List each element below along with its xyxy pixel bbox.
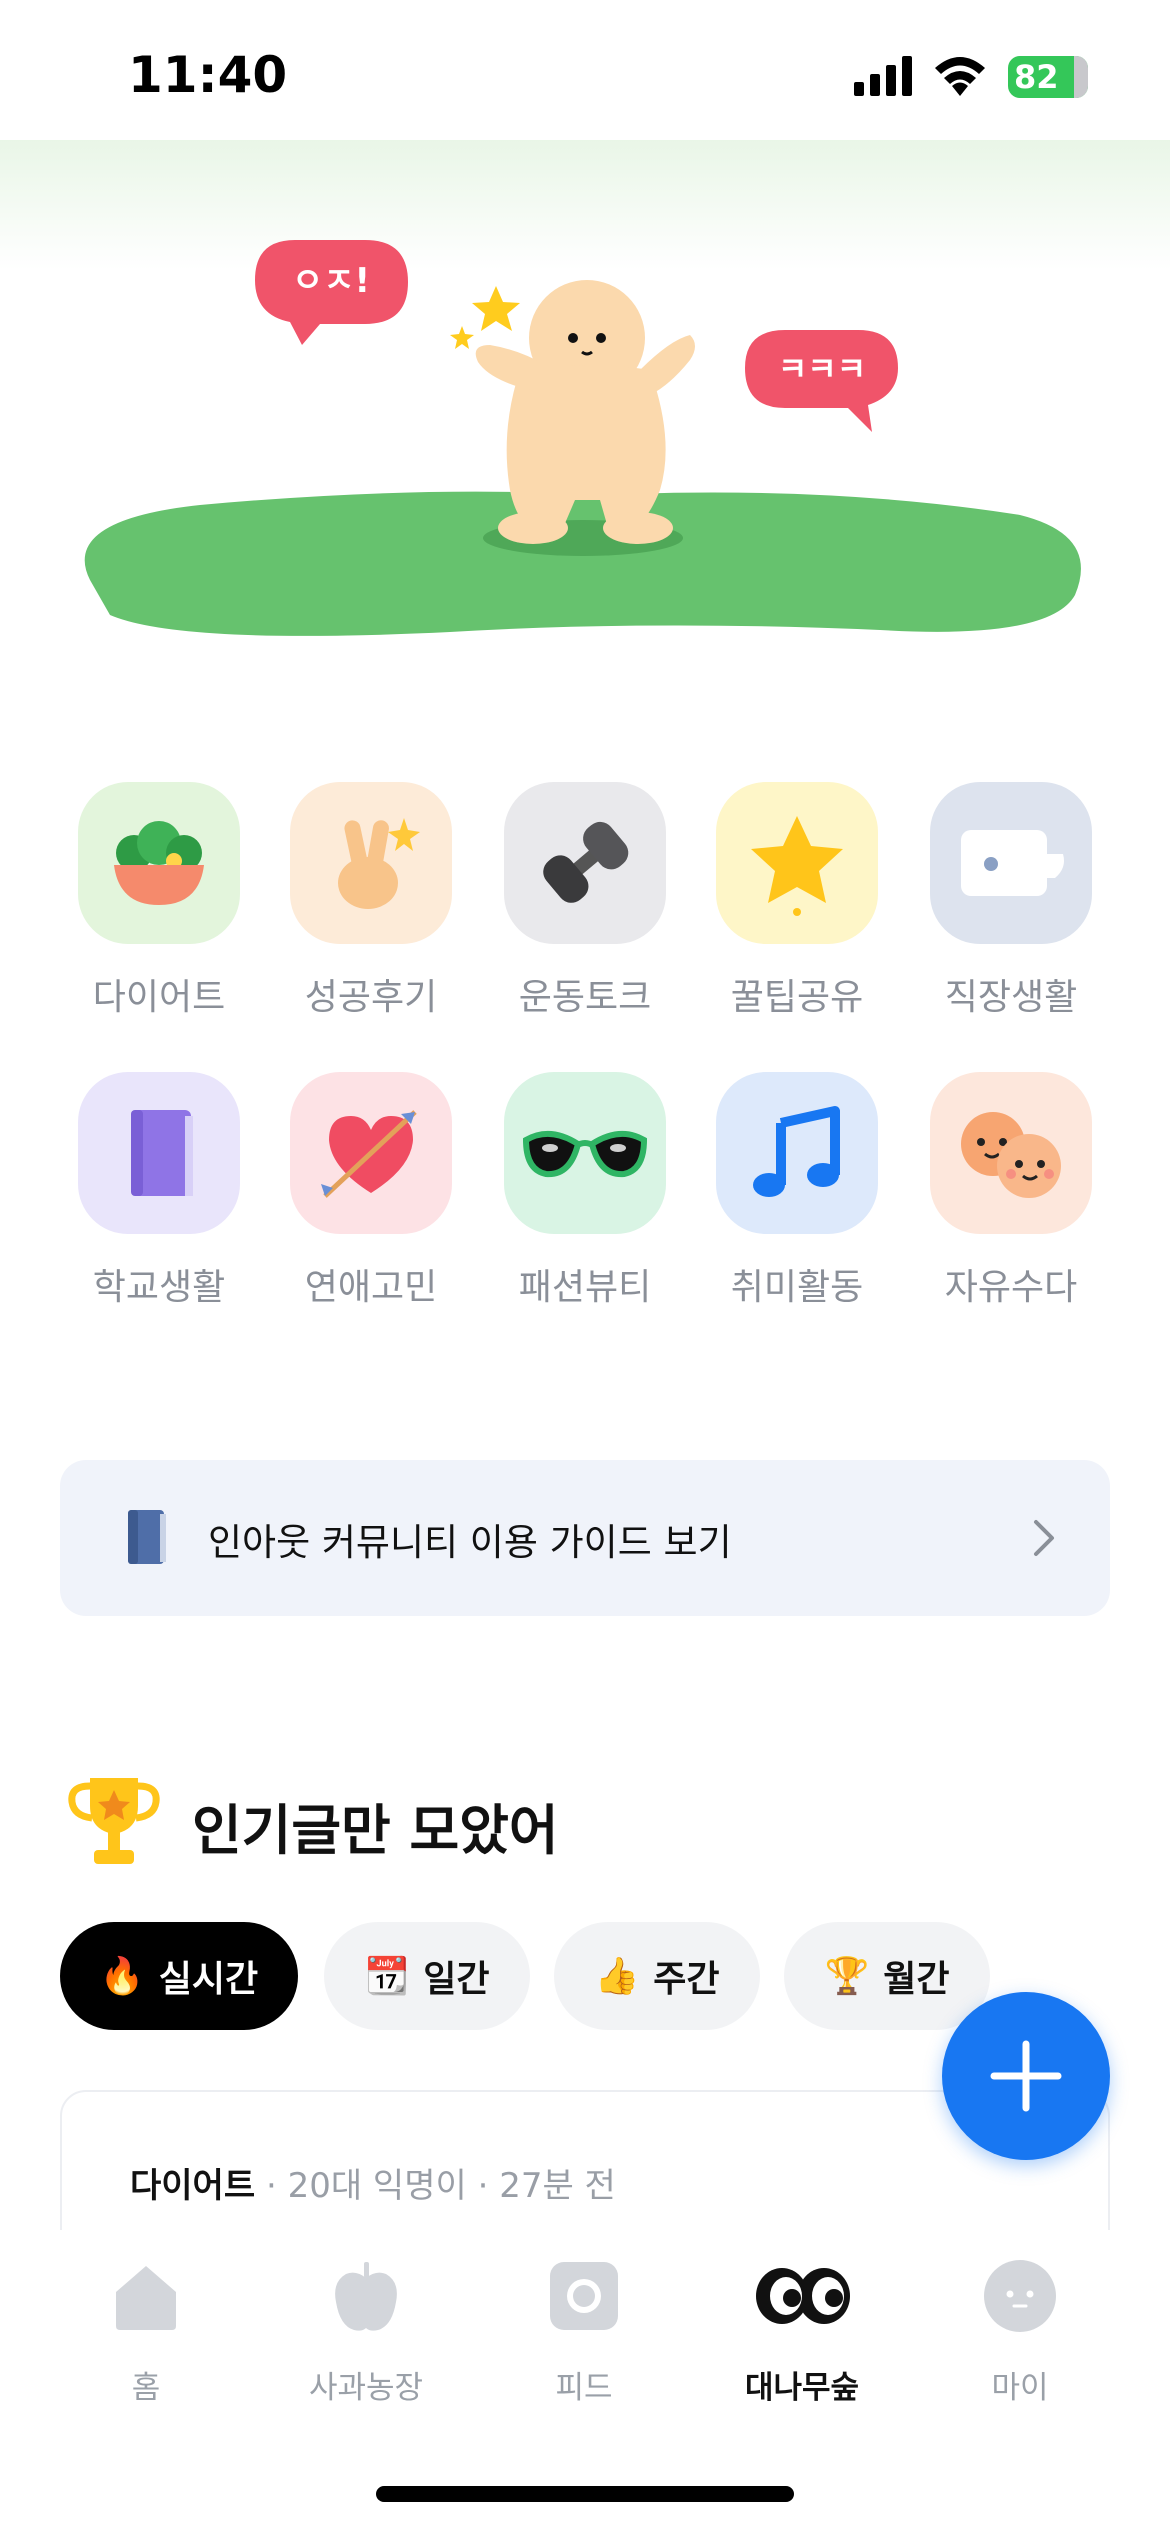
trophy-icon [68, 1778, 160, 1864]
two-faces-icon [961, 1112, 1061, 1198]
camera-icon [550, 2262, 618, 2330]
fire-icon: 🔥 [99, 1956, 145, 1997]
category-dating-advice[interactable]: 연애고민 [290, 1072, 452, 1310]
star-icon [751, 816, 843, 916]
music-note-icon [753, 1106, 840, 1197]
bubble-left-text: ㅇㅈ! [292, 261, 370, 301]
meta-separator: · [477, 2166, 489, 2206]
coffee-cup-icon [961, 830, 1064, 896]
heart-arrow-icon [321, 1110, 417, 1198]
category-hobbies[interactable]: 취미활동 [716, 1072, 878, 1310]
cellular-signal-icon [854, 56, 912, 96]
category-label: 성공후기 [304, 977, 438, 1018]
home-indicator [376, 2486, 794, 2502]
category-school-life[interactable]: 학교생활 [78, 1072, 240, 1310]
category-label: 패션뷰티 [518, 1267, 652, 1308]
category-work-life[interactable]: 직장생활 [930, 782, 1092, 1020]
tab-apple-farm[interactable]: 사과농장 [266, 2256, 466, 2407]
category-label: 학교생활 [92, 1267, 226, 1308]
salad-bowl-icon [114, 821, 204, 905]
chip-label: 실시간 [158, 1959, 259, 2000]
post-time: 27분 전 [499, 2166, 616, 2206]
category-label: 꿀팁공유 [730, 977, 864, 1018]
category-fashion-beauty[interactable]: 패션뷰티 [504, 1072, 666, 1310]
category-free-talk[interactable]: 자유수다 [930, 1072, 1092, 1310]
tab-label: 대나무숲 [744, 2370, 860, 2406]
category-label: 연애고민 [304, 1267, 438, 1308]
guide-text: 인아웃 커뮤니티 이용 가이드 보기 [208, 1521, 732, 1564]
status-bar: 11:40 82 [0, 0, 1170, 140]
trophy-small-icon: 🏆 [824, 1956, 870, 1997]
community-guide-banner[interactable]: 인아웃 커뮤니티 이용 가이드 보기 [60, 1460, 1110, 1616]
tab-my[interactable]: 마이 [920, 2256, 1120, 2407]
tab-label: 홈 [131, 2370, 161, 2406]
wifi-icon [935, 57, 985, 96]
category-label: 운동토크 [518, 977, 652, 1018]
tab-label: 사과농장 [308, 2370, 424, 2406]
tab-bamboo-forest[interactable]: 대나무숲 [702, 2256, 902, 2407]
apple-icon [335, 2262, 397, 2331]
thumbs-up-icon: 👍 [594, 1956, 640, 1997]
eyes-icon [756, 2268, 850, 2324]
hero-banner: ㅇㅈ! ㅋㅋㅋ [0, 140, 1170, 700]
category-label: 다이어트 [92, 977, 226, 1018]
chip-label: 월간 [883, 1959, 950, 2000]
hero-illustration: ㅇㅈ! ㅋㅋㅋ [84, 240, 1081, 636]
post-board: 다이어트 [130, 2166, 256, 2206]
category-tips[interactable]: 꿀팁공유 [716, 782, 878, 1020]
meta-separator: · [265, 2166, 277, 2206]
plus-icon [990, 2040, 1062, 2112]
book-icon [131, 1110, 193, 1196]
category-workout-talk[interactable]: 운동토크 [504, 782, 666, 1020]
chip-weekly[interactable]: 👍 주간 [554, 1922, 760, 2030]
category-label: 자유수다 [944, 1267, 1078, 1308]
bubble-right-text: ㅋㅋㅋ [778, 350, 866, 388]
section-title: 인기글만 모았어 [192, 1799, 559, 1862]
tab-feed[interactable]: 피드 [484, 2256, 684, 2407]
chip-realtime[interactable]: 🔥 실시간 [60, 1922, 298, 2030]
battery-level: 82 [1014, 58, 1059, 96]
home-icon [116, 2266, 176, 2330]
category-label: 직장생활 [944, 977, 1078, 1018]
chevron-right-icon [1034, 1520, 1054, 1556]
tab-label: 피드 [555, 2370, 613, 2406]
calendar-icon: 📆 [364, 1956, 410, 1997]
post-author: 20대 익명이 [287, 2166, 467, 2206]
category-diet[interactable]: 다이어트 [78, 782, 240, 1020]
victory-hand-icon [338, 818, 420, 909]
battery-indicator: 82 [1008, 56, 1088, 98]
dumbbell-icon [543, 821, 629, 903]
tab-label: 마이 [991, 2370, 1049, 2406]
profile-face-icon [984, 2260, 1056, 2332]
tab-home[interactable]: 홈 [46, 2256, 246, 2407]
guide-book-icon [128, 1510, 166, 1564]
chip-daily[interactable]: 📆 일간 [324, 1922, 530, 2030]
write-post-button[interactable] [942, 1992, 1110, 2160]
chip-label: 일간 [423, 1959, 490, 2000]
status-time: 11:40 [128, 46, 288, 104]
sunglasses-icon [522, 1131, 648, 1178]
post-meta: 다이어트 · 20대 익명이 · 27분 전 [130, 2158, 616, 2207]
category-success-stories[interactable]: 성공후기 [290, 782, 452, 1020]
chip-label: 주간 [653, 1959, 720, 2000]
category-label: 취미활동 [730, 1267, 864, 1308]
